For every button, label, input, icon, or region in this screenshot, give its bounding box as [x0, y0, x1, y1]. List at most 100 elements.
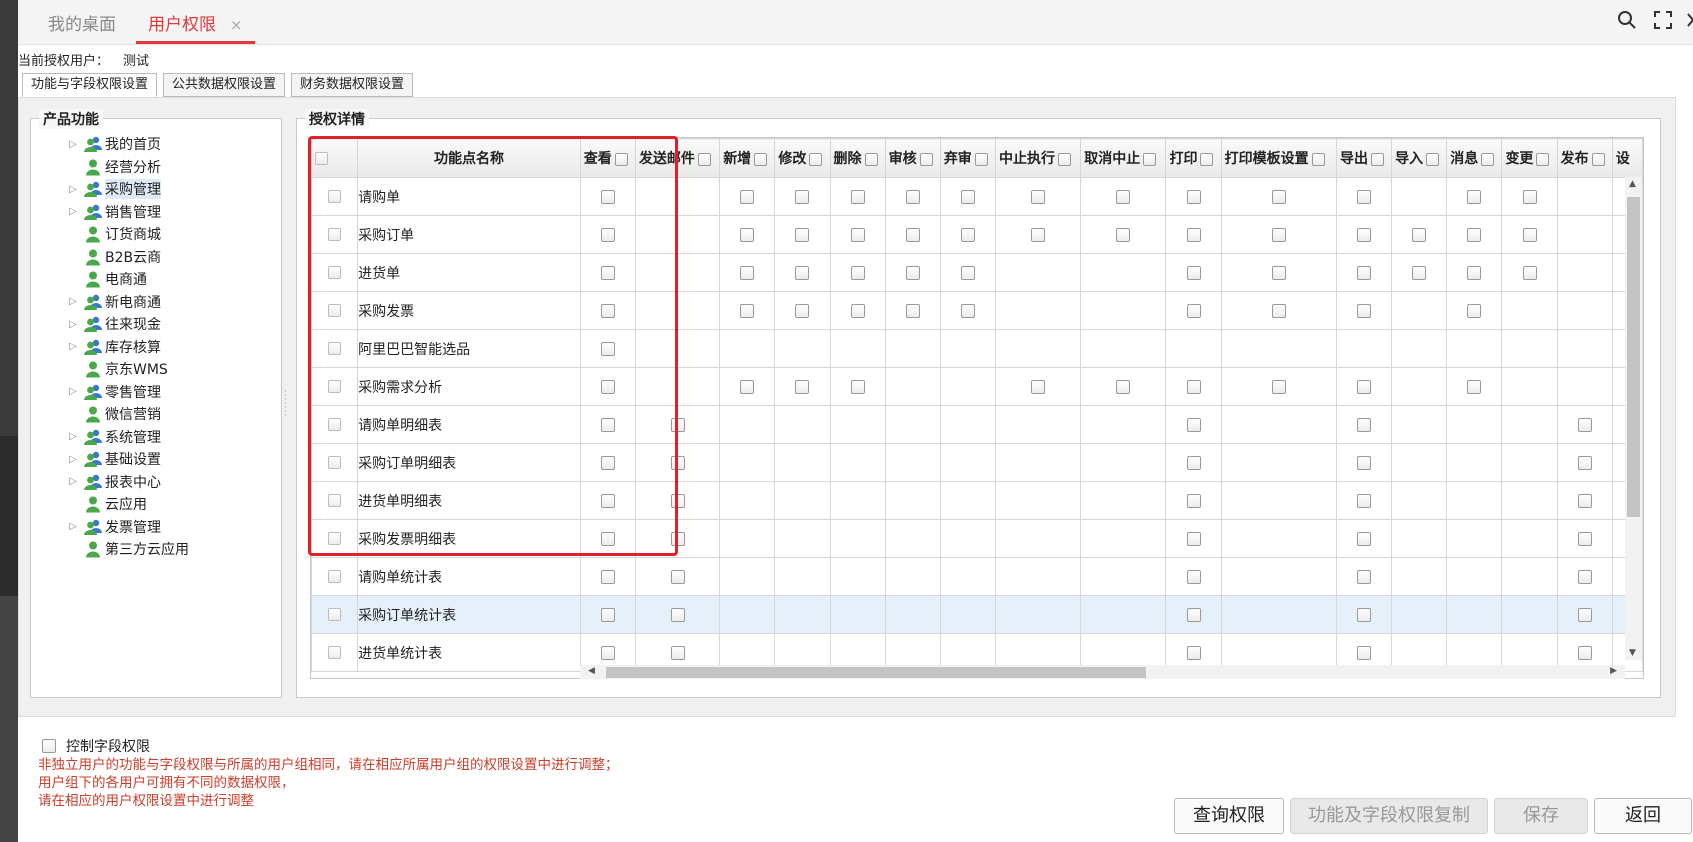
- permission-checkbox[interactable]: [1357, 417, 1372, 432]
- permission-checkbox[interactable]: [1186, 379, 1201, 394]
- column-header-checkbox[interactable]: [1481, 152, 1495, 166]
- tree-item[interactable]: ▷B2B云商: [67, 246, 189, 269]
- permission-checkbox[interactable]: [1577, 607, 1592, 622]
- permission-checkbox[interactable]: [795, 227, 810, 242]
- permission-checkbox[interactable]: [1116, 189, 1131, 204]
- permission-checkbox[interactable]: [1357, 379, 1372, 394]
- tree-item[interactable]: ▷ 销售管理: [67, 201, 189, 224]
- column-header-checkbox[interactable]: [974, 152, 988, 166]
- table-row[interactable]: 采购订单明细表: [311, 443, 1643, 482]
- column-header-checkbox[interactable]: [1591, 152, 1605, 166]
- table-row[interactable]: 进货单明细表: [311, 481, 1643, 520]
- column-header-checkbox[interactable]: [809, 152, 823, 166]
- permission-checkbox[interactable]: [850, 379, 865, 394]
- permission-checkbox[interactable]: [600, 341, 615, 356]
- permission-checkbox[interactable]: [1116, 379, 1131, 394]
- panel-splitter-handle[interactable]: · · · · · · ·: [284, 388, 288, 421]
- table-row[interactable]: 采购发票明细表: [311, 519, 1643, 558]
- permission-checkbox[interactable]: [1577, 531, 1592, 546]
- permission-checkbox[interactable]: [905, 265, 920, 280]
- table-row[interactable]: 进货单: [311, 253, 1643, 292]
- permission-checkbox[interactable]: [1186, 493, 1201, 508]
- permission-checkbox[interactable]: [1357, 265, 1372, 280]
- tree-item[interactable]: ▷云应用: [67, 493, 189, 516]
- permission-checkbox[interactable]: [905, 303, 920, 318]
- expand-triangle-icon[interactable]: ▷: [67, 184, 79, 195]
- query-permission-button[interactable]: 查询权限: [1174, 798, 1284, 834]
- row-select-checkbox[interactable]: [328, 532, 342, 545]
- permission-checkbox[interactable]: [1186, 645, 1201, 660]
- column-header-checkbox[interactable]: [919, 152, 933, 166]
- column-header-checkbox[interactable]: [1057, 152, 1071, 166]
- row-select-checkbox[interactable]: [328, 608, 342, 621]
- permission-checkbox[interactable]: [1186, 417, 1201, 432]
- expand-triangle-icon[interactable]: ▷: [67, 454, 79, 465]
- close-icon[interactable]: [1680, 6, 1693, 34]
- subtab-function-field[interactable]: 功能与字段权限设置: [22, 73, 158, 97]
- expand-triangle-icon[interactable]: ▷: [67, 139, 79, 150]
- permission-checkbox[interactable]: [1271, 227, 1286, 242]
- field-control-checkbox[interactable]: [42, 739, 56, 753]
- tree-item[interactable]: ▷ 我的首页: [67, 133, 189, 156]
- permission-checkbox[interactable]: [850, 303, 865, 318]
- permission-checkbox[interactable]: [1357, 531, 1372, 546]
- permission-checkbox[interactable]: [960, 265, 975, 280]
- horizontal-scrollbar[interactable]: ◀ ▶: [580, 665, 1625, 679]
- tree-item[interactable]: ▷ 发票管理: [67, 516, 189, 539]
- permission-checkbox[interactable]: [1467, 265, 1482, 280]
- permission-checkbox[interactable]: [1186, 455, 1201, 470]
- permission-checkbox[interactable]: [1186, 607, 1201, 622]
- row-select-checkbox[interactable]: [328, 456, 342, 469]
- expand-triangle-icon[interactable]: ▷: [67, 206, 79, 217]
- permission-checkbox[interactable]: [1186, 303, 1201, 318]
- permission-checkbox[interactable]: [600, 645, 615, 660]
- permission-checkbox[interactable]: [1357, 303, 1372, 318]
- permission-checkbox[interactable]: [1577, 493, 1592, 508]
- row-select-checkbox[interactable]: [328, 494, 342, 507]
- permission-checkbox[interactable]: [1412, 265, 1427, 280]
- tree-item[interactable]: ▷经营分析: [67, 156, 189, 179]
- scroll-down-arrow-icon[interactable]: ▼: [1629, 648, 1636, 658]
- scroll-up-arrow-icon[interactable]: ▲: [1629, 179, 1636, 189]
- row-select-checkbox[interactable]: [328, 190, 342, 203]
- select-all-checkbox[interactable]: [315, 151, 328, 165]
- permission-checkbox[interactable]: [1357, 493, 1372, 508]
- row-select-checkbox[interactable]: [328, 342, 342, 355]
- tree-item[interactable]: ▷ 库存核算: [67, 336, 189, 359]
- permission-checkbox[interactable]: [1186, 531, 1201, 546]
- permission-checkbox[interactable]: [960, 189, 975, 204]
- permission-checkbox[interactable]: [1271, 189, 1286, 204]
- permission-checkbox[interactable]: [1031, 189, 1046, 204]
- permission-checkbox[interactable]: [1467, 227, 1482, 242]
- column-header-checkbox[interactable]: [754, 152, 768, 166]
- subtab-public-data[interactable]: 公共数据权限设置: [163, 73, 286, 97]
- permission-checkbox[interactable]: [600, 455, 615, 470]
- column-header-checkbox[interactable]: [1200, 152, 1214, 166]
- permission-checkbox[interactable]: [670, 493, 685, 508]
- permission-checkbox[interactable]: [1522, 189, 1537, 204]
- tree-item[interactable]: ▷ 采购管理: [67, 178, 189, 201]
- permission-checkbox[interactable]: [1577, 455, 1592, 470]
- column-header-checkbox[interactable]: [1370, 152, 1384, 166]
- permission-checkbox[interactable]: [600, 493, 615, 508]
- permission-checkbox[interactable]: [1357, 227, 1372, 242]
- permission-checkbox[interactable]: [850, 189, 865, 204]
- permission-checkbox[interactable]: [740, 379, 755, 394]
- subtab-finance-data[interactable]: 财务数据权限设置: [291, 73, 414, 97]
- row-select-checkbox[interactable]: [328, 646, 342, 659]
- permission-checkbox[interactable]: [960, 303, 975, 318]
- permission-checkbox[interactable]: [600, 607, 615, 622]
- column-header-checkbox[interactable]: [1536, 152, 1550, 166]
- permission-checkbox[interactable]: [1577, 569, 1592, 584]
- expand-triangle-icon[interactable]: ▷: [67, 341, 79, 352]
- vertical-scroll-thumb[interactable]: [1627, 197, 1640, 517]
- fullscreen-icon[interactable]: [1650, 6, 1676, 34]
- permission-checkbox[interactable]: [1357, 645, 1372, 660]
- permission-checkbox[interactable]: [1522, 227, 1537, 242]
- permission-checkbox[interactable]: [795, 265, 810, 280]
- permission-checkbox[interactable]: [600, 379, 615, 394]
- permission-checkbox[interactable]: [600, 569, 615, 584]
- permission-checkbox[interactable]: [1467, 303, 1482, 318]
- tree-item[interactable]: ▷ 基础设置: [67, 448, 189, 471]
- tree-item[interactable]: ▷微信营销: [67, 403, 189, 426]
